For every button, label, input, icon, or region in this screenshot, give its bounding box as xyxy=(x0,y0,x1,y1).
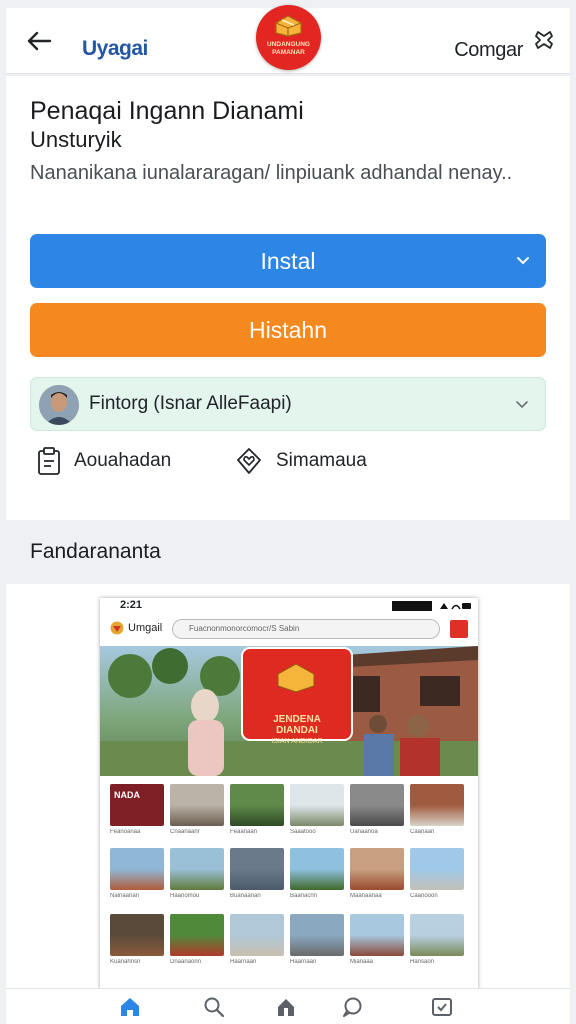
app-description: Nananikana iunalararagan/ linpiuank adha… xyxy=(30,162,513,184)
app-title: Penaqai Ingann Dianami xyxy=(30,97,304,125)
thumbnail-image xyxy=(230,848,284,890)
thumbnail-image xyxy=(170,848,224,890)
thumbnail-image xyxy=(350,914,404,956)
secondary-action-button[interactable]: Histahn xyxy=(30,303,546,357)
thumbnail-caption: Caanaan xyxy=(410,829,435,835)
thumbnail-image xyxy=(410,914,464,956)
hero-title-line3: ISIAN ANDIDAR xyxy=(271,738,323,745)
action-label: Simamaua xyxy=(276,450,367,471)
screenshots-section-title: Fandarananta xyxy=(30,540,161,563)
thumbnail-caption: Feaanaan xyxy=(230,829,258,835)
action-item-details[interactable]: Aouahadan xyxy=(36,444,171,478)
thumbnail-caption: Dnaanaonn xyxy=(170,959,202,965)
preview-logo-icon xyxy=(110,621,124,635)
top-app-bar: Uyagai UNDANGUNG PAMANAR Comgar xyxy=(6,5,570,74)
thumbnail-caption: Feanoanaa xyxy=(110,829,141,835)
person-photo-icon xyxy=(39,385,79,425)
hero-scene xyxy=(100,646,478,776)
thumbnail-image xyxy=(110,914,164,956)
compare-link[interactable]: Comgar xyxy=(454,39,523,62)
thumbnail-caption: Hansaon xyxy=(410,959,435,965)
thumbnail-caption: Maanaanaa xyxy=(350,893,382,899)
install-button[interactable]: Instal xyxy=(30,234,546,288)
action-label: Aouahadan xyxy=(74,450,172,471)
thumbnail-image xyxy=(290,784,344,826)
preview-badge xyxy=(450,620,468,638)
bottom-navigation xyxy=(6,988,570,1024)
thumbnail-caption: Haanomou xyxy=(170,893,200,899)
thumbnail-image xyxy=(410,784,464,826)
avatar xyxy=(39,385,79,425)
preview-nav-bar: Umgail Fuacnonmonorcomocr/S Sabin xyxy=(100,614,478,644)
thumbnail-caption: Nalnaanan xyxy=(110,893,140,899)
logo-text-line2: PAMANAR xyxy=(272,49,305,56)
thumbnail-image xyxy=(230,784,284,826)
preview-time: 2:21 xyxy=(120,599,143,611)
app-screenshot[interactable]: 2:21 Umgail Fuacnonmonorcomocr/S Sabin J… xyxy=(100,598,478,990)
brand-name[interactable]: Uyagai xyxy=(82,37,148,61)
thumbnail-caption: Saaatooo xyxy=(290,829,316,835)
preview-hero-image: JENDENA DIANDAI ISIAN ANDIDAR xyxy=(100,646,478,776)
thumbnail-image xyxy=(170,914,224,956)
preview-brand: Umgail xyxy=(128,622,163,634)
thumbnail-image xyxy=(350,848,404,890)
thumbnail-caption: Kuanahnsn xyxy=(110,959,141,965)
thumbnail-caption: Cnaanaanr xyxy=(170,829,200,835)
thumbnail-caption: Haarnaan xyxy=(230,959,257,965)
logo-text-line1: UNDANGUNG xyxy=(267,41,310,48)
gold-box-icon xyxy=(275,15,302,37)
thumbnail-image xyxy=(170,784,224,826)
app-detail-card: Penaqai Ingann Dianami Unsturyik Nananik… xyxy=(6,76,570,520)
heart-shield-icon xyxy=(237,448,261,474)
preview-status-bar: 2:21 xyxy=(100,598,478,614)
thumbnail-caption: Buanaanan xyxy=(230,893,261,899)
thumbnail-image xyxy=(230,914,284,956)
thumbnail-image xyxy=(350,784,404,826)
thumbnail-image xyxy=(290,848,344,890)
developer-name: Fintorg (Isnar AlleFaapi) xyxy=(89,393,292,414)
home-icon[interactable] xyxy=(118,995,142,1019)
chat-icon[interactable] xyxy=(340,995,364,1019)
preview-search-text: Fuacnonmonorcomocr/S Sabin xyxy=(189,624,300,633)
app-subtitle: Unsturyik xyxy=(30,127,122,152)
thumbnail-image xyxy=(410,848,464,890)
back-arrow-icon[interactable] xyxy=(24,26,54,56)
thumbnail-caption: Uanaanoa xyxy=(350,829,378,835)
system-status-icons xyxy=(392,601,471,611)
thumbnail-image: NADA xyxy=(110,784,164,826)
thumbnail-badge: NADA xyxy=(114,790,140,800)
library-icon[interactable] xyxy=(430,995,454,1019)
chevron-down-icon xyxy=(516,401,528,409)
thumbnail-caption: Haarnaan xyxy=(290,959,317,965)
secondary-button-label: Histahn xyxy=(249,317,327,343)
hero-title-line2: DIANDAI xyxy=(276,725,318,736)
thumbnail-image xyxy=(110,848,164,890)
thumbnail-image xyxy=(290,914,344,956)
hero-title-line1: JENDENA xyxy=(273,714,321,725)
thumbnail-caption: Caanooon xyxy=(410,893,438,899)
chevron-down-icon xyxy=(517,257,529,265)
preview-search-bar: Fuacnonmonorcomocr/S Sabin xyxy=(172,619,440,639)
install-button-label: Instal xyxy=(260,248,316,274)
clipboard-icon xyxy=(38,447,60,475)
thumbnail-caption: Baanacnn xyxy=(290,893,318,899)
brand-logo[interactable]: UNDANGUNG PAMANAR xyxy=(256,5,321,70)
share-icon[interactable] xyxy=(532,28,556,52)
developer-row[interactable]: Fintorg (Isnar AlleFaapi) xyxy=(30,377,546,431)
search-icon[interactable] xyxy=(202,995,226,1019)
screenshot-carousel[interactable]: 2:21 Umgail Fuacnonmonorcomocr/S Sabin J… xyxy=(6,584,570,990)
action-item-safety[interactable]: Simamaua xyxy=(234,444,367,478)
apps-icon[interactable] xyxy=(274,995,298,1019)
thumbnail-caption: Mianaaa xyxy=(350,959,374,965)
